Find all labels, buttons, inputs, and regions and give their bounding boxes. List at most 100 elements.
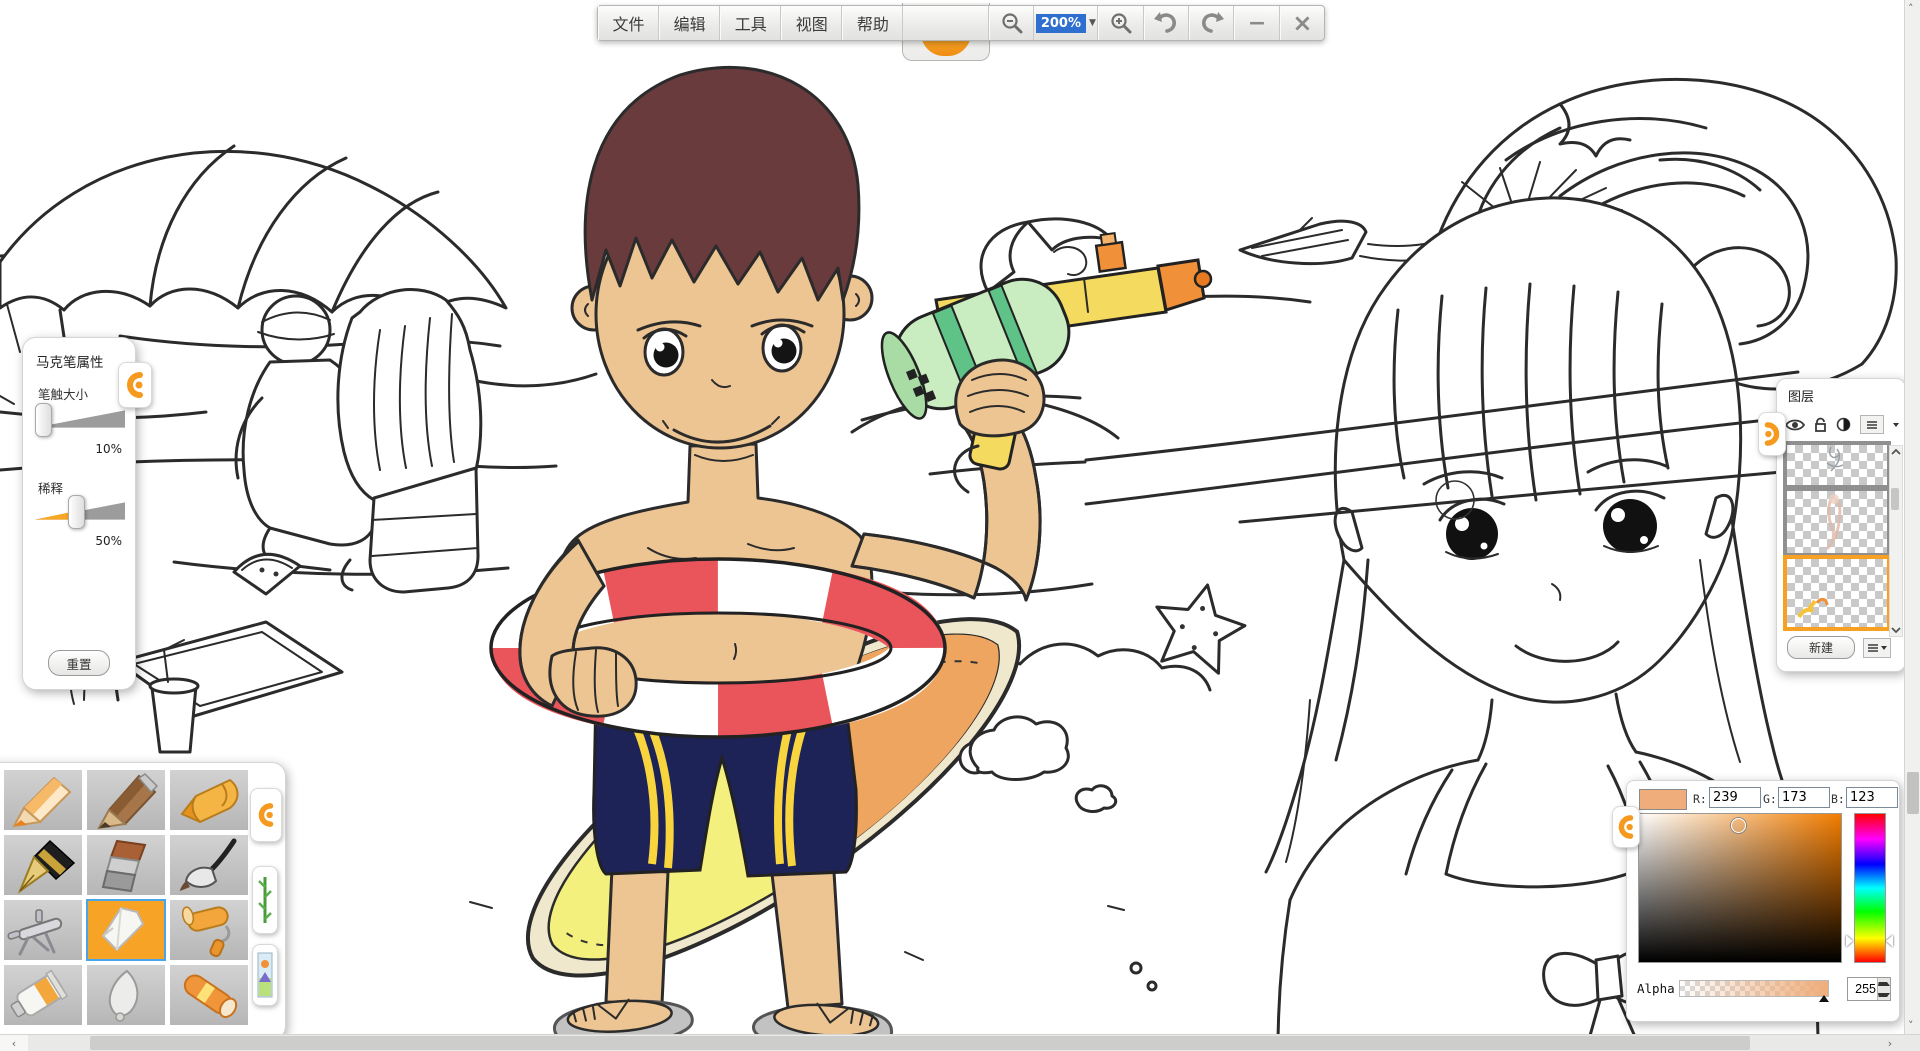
scroll-down-icon[interactable]: [1891, 626, 1901, 634]
reset-button[interactable]: 重置: [48, 650, 110, 676]
zoom-out-icon: [1000, 11, 1024, 35]
brush-size-knob[interactable]: [35, 403, 52, 437]
scroll-right-button[interactable]: ›: [1876, 1035, 1904, 1051]
alpha-label: Alpha: [1637, 981, 1675, 996]
zoom-in-icon: [1109, 11, 1133, 35]
tool-brush-pen[interactable]: [87, 965, 165, 1025]
speedboat-lineart: [1240, 218, 1432, 264]
list-icon: [1866, 420, 1878, 430]
menu-help[interactable]: 帮助: [842, 6, 903, 40]
alpha-marker-icon[interactable]: [1819, 995, 1829, 1002]
zoom-out-button[interactable]: [989, 6, 1034, 40]
brush-size-value: 10%: [95, 442, 122, 456]
tool-flat-brush[interactable]: [87, 835, 165, 895]
main-toolbar: 文件 编辑 工具 视图 帮助 200% ▼: [597, 5, 1325, 41]
marker-panel-title: 马克笔属性: [36, 351, 104, 371]
zoom-in-button[interactable]: [1098, 6, 1143, 40]
green-label: G:: [1763, 792, 1777, 806]
menu-view[interactable]: 视图: [781, 6, 842, 40]
vertical-scrollbar[interactable]: ˄ ˅: [1904, 0, 1920, 1034]
undo-icon: [1153, 11, 1179, 35]
scroll-up-icon[interactable]: ˄: [1908, 3, 1914, 14]
blue-field[interactable]: [1846, 787, 1898, 808]
zoom-level-value[interactable]: 200%: [1036, 14, 1086, 33]
alpha-slider[interactable]: [1679, 980, 1829, 997]
alpha-spinner[interactable]: [1847, 977, 1891, 1001]
sitting-figures-lineart: [236, 290, 481, 592]
scroll-down-icon[interactable]: ˅: [1908, 1020, 1914, 1031]
hue-marker-right-icon[interactable]: [1886, 935, 1893, 947]
dilution-label: 稀释: [38, 478, 63, 497]
layers-scroll-thumb[interactable]: [1891, 488, 1899, 510]
layers-scrollbar[interactable]: [1889, 445, 1903, 637]
layer-blend-icon[interactable]: [1836, 417, 1851, 432]
alpha-spin-up[interactable]: [1877, 978, 1890, 989]
alpha-field[interactable]: [1848, 978, 1878, 1000]
panel-handle-icon: [124, 372, 146, 398]
alpha-spin-down[interactable]: [1877, 989, 1890, 1000]
red-field[interactable]: [1709, 787, 1761, 808]
zoom-dropdown-icon[interactable]: ▼: [1089, 18, 1096, 28]
close-button[interactable]: ×: [1280, 6, 1324, 40]
layers-options-button[interactable]: [1863, 638, 1891, 658]
tool-paint-roller[interactable]: [170, 900, 248, 960]
foam-puff: [1076, 786, 1116, 812]
brush-size-slider[interactable]: [35, 408, 125, 432]
menu-edit[interactable]: 编辑: [659, 6, 720, 40]
tool-wax-crayon[interactable]: [170, 965, 248, 1025]
layer-visibility-icon[interactable]: [1785, 418, 1805, 432]
current-color-swatch: [1639, 789, 1687, 810]
green-field[interactable]: [1778, 787, 1830, 808]
tool-marker[interactable]: [87, 900, 165, 960]
redo-button[interactable]: [1189, 6, 1234, 40]
vertical-scroll-thumb[interactable]: [1907, 772, 1919, 814]
gallery-thumbnail-icon: [257, 952, 273, 998]
layer-item-2[interactable]: [1783, 487, 1891, 557]
layer-item-1[interactable]: [1783, 441, 1891, 489]
tool-airbrush[interactable]: [4, 900, 82, 960]
panel-handle-icon: [1762, 421, 1782, 447]
layer-item-3-active[interactable]: [1783, 555, 1891, 631]
new-layer-button[interactable]: 新建: [1787, 636, 1855, 659]
layer-menu-caret-icon[interactable]: [1893, 423, 1899, 427]
menu-file[interactable]: 文件: [598, 6, 659, 40]
zoom-level-field[interactable]: 200% ▼: [1034, 6, 1098, 40]
marker-panel-handle[interactable]: [118, 362, 152, 408]
layer3-preview: [1787, 559, 1887, 627]
hue-marker-left-icon[interactable]: [1846, 935, 1853, 947]
brush-size-label: 笔触大小: [38, 384, 88, 403]
tool-crayon[interactable]: [170, 770, 248, 830]
palette-tab-gallery[interactable]: [252, 944, 278, 1006]
blue-label: B:: [1831, 792, 1845, 806]
dilution-knob[interactable]: [68, 495, 85, 529]
pebble: [1131, 963, 1141, 973]
tool-ink-brush[interactable]: [170, 835, 248, 895]
layers-panel: 图层: [1776, 378, 1906, 672]
palette-handle[interactable]: [250, 788, 282, 842]
saturation-value-gradient[interactable]: [1638, 813, 1842, 963]
red-label: R:: [1693, 792, 1707, 806]
undo-button[interactable]: [1144, 6, 1189, 40]
minimize-button[interactable]: −: [1234, 6, 1279, 40]
tool-paint-tube[interactable]: [4, 965, 82, 1025]
scroll-up-icon[interactable]: [1891, 448, 1901, 456]
dilution-slider[interactable]: [35, 500, 125, 524]
horizontal-scroll-thumb[interactable]: [90, 1036, 1750, 1050]
tool-fountain-pen[interactable]: [4, 835, 82, 895]
layer-menu-button[interactable]: [1860, 415, 1884, 434]
panel-handle-icon: [1616, 814, 1636, 840]
menu-tools[interactable]: 工具: [720, 6, 781, 40]
bamboo-icon: [257, 873, 273, 927]
color-panel-handle[interactable]: [1612, 806, 1640, 848]
color-cursor-icon[interactable]: [1731, 818, 1746, 833]
panel-handle-icon: [256, 802, 276, 828]
scroll-left-button[interactable]: ‹: [0, 1035, 28, 1051]
layers-panel-handle[interactable]: [1758, 412, 1786, 456]
palette-tab-bamboo[interactable]: [252, 866, 278, 934]
hue-bar[interactable]: [1854, 813, 1886, 963]
tool-colored-pencil[interactable]: [4, 770, 82, 830]
logo-spacer: [903, 6, 989, 40]
horizontal-scrollbar[interactable]: ‹ ›: [0, 1034, 1920, 1051]
layer-lock-icon[interactable]: [1814, 417, 1827, 433]
tool-wood-pencil[interactable]: [87, 770, 165, 830]
